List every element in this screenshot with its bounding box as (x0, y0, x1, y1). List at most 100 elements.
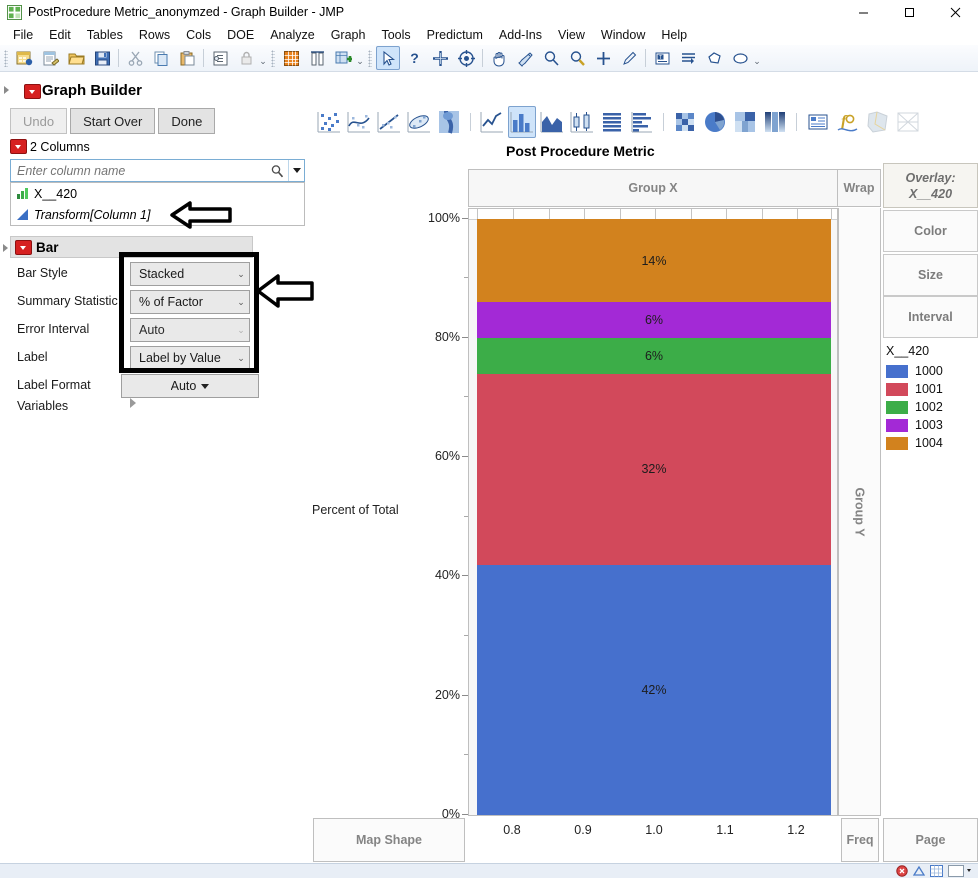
new-script-icon[interactable] (38, 46, 62, 70)
drop-zone-group-x[interactable]: Group X (468, 169, 838, 207)
menu-cols[interactable]: Cols (178, 26, 219, 44)
summary-statistic-select[interactable]: % of Factor ⌄ (130, 290, 250, 314)
variables-expand-arrow[interactable] (130, 398, 136, 408)
heatmap-icon[interactable] (671, 106, 699, 138)
bar-segment-1000[interactable]: 42% (477, 564, 831, 815)
new-column-icon[interactable] (331, 46, 355, 70)
zoom-icon[interactable] (565, 46, 589, 70)
crosshair-icon[interactable] (428, 46, 452, 70)
status-dropdown[interactable] (948, 865, 974, 877)
start-over-button[interactable]: Start Over (70, 108, 156, 134)
drop-zone-size[interactable]: Size (883, 254, 978, 296)
column-info-icon[interactable] (208, 46, 232, 70)
magnifier-icon[interactable] (539, 46, 563, 70)
menu-tables[interactable]: Tables (79, 26, 131, 44)
graph-builder-red-triangle[interactable] (24, 84, 41, 100)
bar-icon[interactable] (508, 106, 536, 138)
menu-rows[interactable]: Rows (131, 26, 178, 44)
paste-icon[interactable] (175, 46, 199, 70)
lock-icon[interactable] (234, 46, 258, 70)
ellipse-icon[interactable] (728, 46, 752, 70)
disclosure-triangle[interactable] (4, 86, 9, 94)
map-shapes-icon[interactable] (864, 106, 892, 138)
brush-icon[interactable] (513, 46, 537, 70)
data-table-icon[interactable] (279, 46, 303, 70)
toolbar-overflow-1[interactable]: ⌄ (259, 49, 267, 67)
legend-item[interactable]: 1002 (886, 398, 978, 416)
ellipse-fit-icon[interactable] (405, 106, 433, 138)
minimize-button[interactable] (840, 0, 886, 25)
bar-segment-1003[interactable]: 6% (477, 302, 831, 339)
table-status-icon[interactable] (930, 865, 943, 877)
formula-icon[interactable]: f (834, 106, 862, 138)
copy-icon[interactable] (149, 46, 173, 70)
points-icon[interactable] (315, 106, 343, 138)
toolbar-overflow-3[interactable]: ⌄ (753, 49, 761, 67)
menu-analyze[interactable]: Analyze (262, 26, 322, 44)
column-item-transform[interactable]: Transform[Column 1] (11, 204, 304, 225)
label-format-button[interactable]: Auto (121, 374, 259, 398)
treemap-icon[interactable] (731, 106, 759, 138)
histogram-icon[interactable] (598, 106, 626, 138)
drop-zone-freq[interactable]: Freq (841, 818, 879, 862)
caption-box-icon[interactable] (804, 106, 832, 138)
menu-graph[interactable]: Graph (323, 26, 374, 44)
open-file-icon[interactable] (64, 46, 88, 70)
parallel-plot-icon[interactable] (894, 106, 922, 138)
line-icon[interactable] (478, 106, 506, 138)
bar-red-triangle[interactable] (15, 239, 32, 255)
plus-icon[interactable] (591, 46, 615, 70)
columns-icon[interactable] (305, 46, 329, 70)
bar-section-disclosure[interactable] (3, 244, 8, 252)
area-icon[interactable] (538, 106, 566, 138)
arrow-select-icon[interactable] (376, 46, 400, 70)
done-button[interactable]: Done (158, 108, 216, 134)
drop-zone-page[interactable]: Page (883, 818, 978, 862)
bar-segment-1001[interactable]: 32% (477, 373, 831, 565)
toolbar-overflow-2[interactable]: ⌄ (356, 49, 364, 67)
smoother-icon[interactable] (345, 106, 373, 138)
menu-edit[interactable]: Edit (41, 26, 79, 44)
search-dropdown-arrow[interactable] (288, 160, 304, 181)
drop-zone-wrap[interactable]: Wrap (838, 169, 881, 207)
menu-doe[interactable]: DOE (219, 26, 262, 44)
parallel-bars-icon[interactable] (628, 106, 656, 138)
stacked-bar[interactable]: 14% 6% 6% 32% 42% (477, 219, 831, 815)
drop-zone-map-shape[interactable]: Map Shape (313, 818, 465, 862)
alert-icon[interactable] (896, 865, 908, 877)
menu-view[interactable]: View (550, 26, 593, 44)
menu-predictum[interactable]: Predictum (419, 26, 491, 44)
close-button[interactable] (932, 0, 978, 25)
error-interval-select[interactable]: Auto ⌄ (130, 318, 250, 342)
menu-tools[interactable]: Tools (373, 26, 418, 44)
column-search-box[interactable] (10, 159, 305, 182)
cut-icon[interactable] (123, 46, 147, 70)
drop-zone-group-y[interactable]: Group Y (838, 208, 881, 816)
target-icon[interactable] (454, 46, 478, 70)
menu-help[interactable]: Help (653, 26, 695, 44)
lines-icon[interactable] (676, 46, 700, 70)
maximize-button[interactable] (886, 0, 932, 25)
drop-zone-interval[interactable]: Interval (883, 296, 978, 338)
plot-area[interactable]: 14% 6% 6% 32% 42% (468, 208, 838, 816)
undo-button[interactable]: Undo (10, 108, 68, 134)
box-plot-icon[interactable] (568, 106, 596, 138)
polygon-icon[interactable] (702, 46, 726, 70)
toolbar-grip[interactable] (4, 49, 8, 67)
pencil-icon[interactable] (617, 46, 641, 70)
contour-icon[interactable] (435, 106, 463, 138)
column-item-x420[interactable]: X__420 (11, 183, 304, 204)
bar-segment-1004[interactable]: 14% (477, 219, 831, 303)
hand-icon[interactable] (487, 46, 511, 70)
text-annotate-icon[interactable]: T (650, 46, 674, 70)
legend-item[interactable]: 1003 (886, 416, 978, 434)
toolbar-grip-3[interactable] (368, 49, 372, 67)
line-of-fit-icon[interactable] (375, 106, 403, 138)
y-axis-title[interactable]: Percent of Total (312, 503, 399, 517)
toolbar-grip-2[interactable] (271, 49, 275, 67)
search-input[interactable] (11, 159, 266, 182)
legend-item[interactable]: 1004 (886, 434, 978, 452)
menu-window[interactable]: Window (593, 26, 653, 44)
save-icon[interactable] (90, 46, 114, 70)
bar-segment-1002[interactable]: 6% (477, 338, 831, 374)
